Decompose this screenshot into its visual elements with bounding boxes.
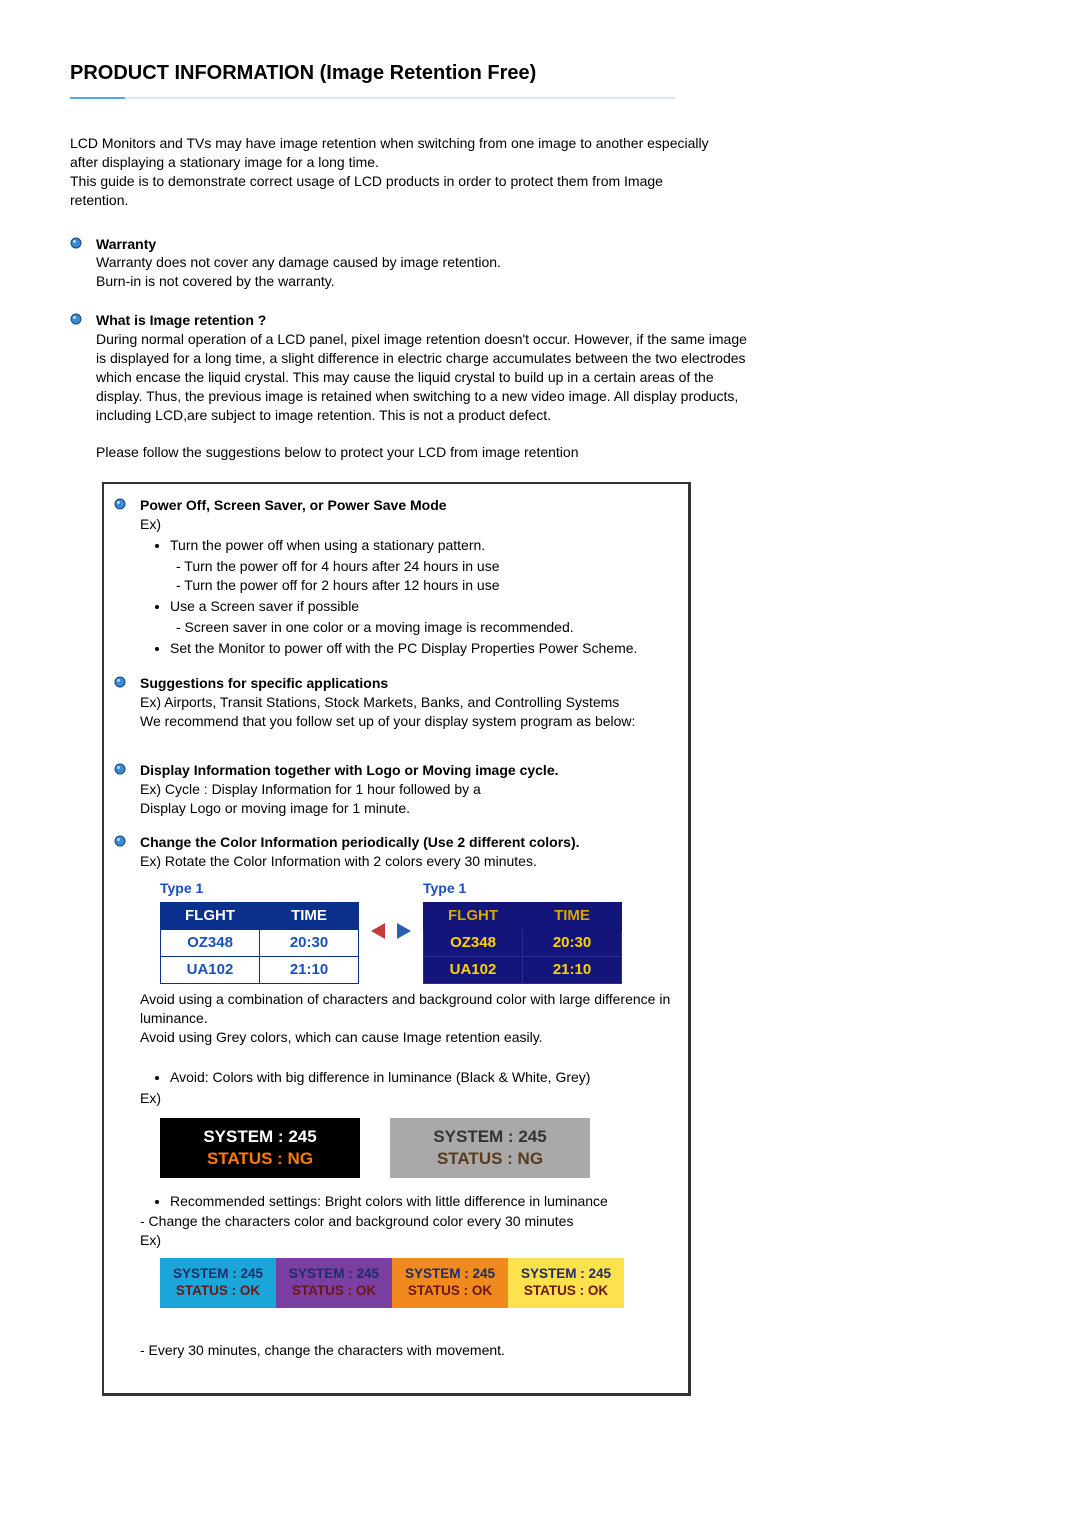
intro-block: LCD Monitors and TVs may have image rete… [70,134,710,210]
s3-title: Display Information together with Logo o… [140,761,674,780]
sys-line1: SYSTEM : 245 [433,1126,546,1148]
s1-b2: Use a Screen saver if possible [170,597,674,616]
th-time: TIME [523,902,622,929]
quad-l2: STATUS : OK [176,1283,260,1300]
th-flght: FLGHT [161,902,260,929]
whatis-body: During normal operation of a LCD panel, … [96,330,750,424]
intro-p1: LCD Monitors and TVs may have image rete… [70,134,710,172]
s1-b1a: - Turn the power off for 4 hours after 2… [176,557,674,576]
flight-table-right: FLGHT TIME OZ348 20:30 UA102 21:10 [423,902,622,985]
s3-l1: Ex) Cycle : Display Information for 1 ho… [140,780,674,799]
avoid-text1: Avoid using a combination of characters … [140,990,674,1028]
avoid-example-row: SYSTEM : 245 STATUS : NG SYSTEM : 245 ST… [160,1118,674,1178]
quad-box: SYSTEM : 245 STATUS : OK [508,1258,624,1308]
page-title: PRODUCT INFORMATION (Image Retention Fre… [70,60,1010,87]
cell: 21:10 [523,957,622,984]
flight-illustration: Type 1 FLGHT TIME OZ348 20:30 UA102 21:1 [160,879,674,985]
bullet-icon [70,235,96,292]
cell: 21:10 [260,957,359,984]
s1-ex: Ex) [140,515,674,534]
quad-box: SYSTEM : 245 STATUS : OK [276,1258,392,1308]
type1-right-label: Type 1 [423,879,622,902]
bullet-icon [114,833,140,1360]
type1-left-label: Type 1 [160,879,359,902]
recommended-quad: SYSTEM : 245 STATUS : OK SYSTEM : 245 ST… [160,1258,674,1308]
sys-box-grey: SYSTEM : 245 STATUS : NG [390,1118,590,1178]
cell: UA102 [424,957,523,984]
bullet-icon [114,496,140,659]
cell: OZ348 [161,929,260,956]
s2-l2: We recommend that you follow set up of y… [140,712,674,731]
quad-box: SYSTEM : 245 STATUS : OK [392,1258,508,1308]
ex-label: Ex) [140,1089,674,1108]
warranty-title: Warranty [96,235,750,254]
ex-label: Ex) [140,1231,674,1250]
quad-l1: SYSTEM : 245 [173,1266,263,1283]
whatis-title: What is Image retention ? [96,311,750,330]
th-flght: FLGHT [424,902,523,929]
cell: UA102 [161,957,260,984]
s4-title: Change the Color Information periodicall… [140,833,674,852]
swap-arrows-icon [371,919,411,943]
bullet-icon [114,674,140,731]
suggestions-box: Power Off, Screen Saver, or Power Save M… [102,482,691,1396]
s1-title: Power Off, Screen Saver, or Power Save M… [140,496,674,515]
th-time: TIME [260,902,359,929]
quad-l1: SYSTEM : 245 [289,1266,379,1283]
last-line: - Every 30 minutes, change the character… [140,1341,674,1360]
warranty-line2: Burn-in is not covered by the warranty. [96,272,750,291]
whatis-section: What is Image retention ? During normal … [70,311,750,462]
sys-line2: STATUS : NG [437,1148,543,1170]
sys-line1: SYSTEM : 245 [203,1126,316,1148]
s1-b1: Turn the power off when using a stationa… [170,536,674,555]
warranty-line1: Warranty does not cover any damage cause… [96,253,750,272]
sys-box-black: SYSTEM : 245 STATUS : NG [160,1118,360,1178]
bullet-icon [70,311,96,462]
s1-b1b: - Turn the power off for 2 hours after 1… [176,576,674,595]
cell: OZ348 [424,929,523,956]
sys-line2: STATUS : NG [207,1148,313,1170]
intro-p2: This guide is to demonstrate correct usa… [70,172,710,210]
recommended-line: - Change the characters color and backgr… [140,1212,674,1231]
quad-l1: SYSTEM : 245 [405,1266,495,1283]
s1-b3: Set the Monitor to power off with the PC… [170,639,674,658]
quad-l2: STATUS : OK [524,1283,608,1300]
cell: 20:30 [260,929,359,956]
s2-title: Suggestions for specific applications [140,674,674,693]
quad-l1: SYSTEM : 245 [521,1266,611,1283]
bullet-icon [114,761,140,818]
s2-l1: Ex) Airports, Transit Stations, Stock Ma… [140,693,674,712]
warranty-section: Warranty Warranty does not cover any dam… [70,235,750,292]
cell: 20:30 [523,929,622,956]
s3-l2: Display Logo or moving image for 1 minut… [140,799,674,818]
whatis-follow: Please follow the suggestions below to p… [96,443,750,462]
avoid-text2: Avoid using Grey colors, which can cause… [140,1028,674,1047]
recommended-bullet: Recommended settings: Bright colors with… [170,1192,674,1211]
quad-box: SYSTEM : 245 STATUS : OK [160,1258,276,1308]
s4-l1: Ex) Rotate the Color Information with 2 … [140,852,674,871]
s1-b2a: - Screen saver in one color or a moving … [176,618,674,637]
quad-l2: STATUS : OK [408,1283,492,1300]
avoid-bullet: Avoid: Colors with big difference in lum… [170,1068,674,1087]
flight-table-left: FLGHT TIME OZ348 20:30 UA102 21:10 [160,902,359,985]
quad-l2: STATUS : OK [292,1283,376,1300]
title-rule [70,97,675,99]
